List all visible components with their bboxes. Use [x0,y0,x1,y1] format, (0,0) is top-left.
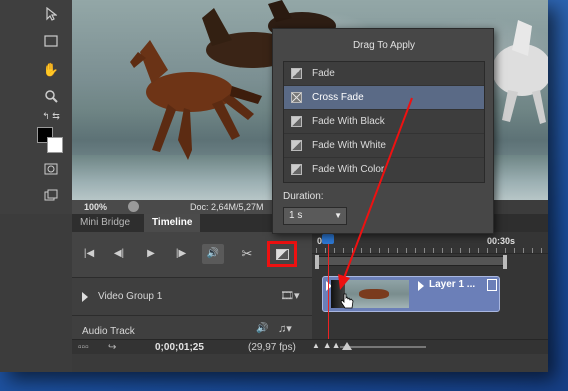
fade-black-icon [291,116,302,127]
track-label-audio: Audio Track [82,326,135,337]
fade-color-icon [291,164,302,175]
time-ruler[interactable]: 00 00:30s [312,232,548,254]
track-label-video-group: Video Group 1 [98,291,163,302]
current-timecode[interactable]: 0;00;01;25 [155,342,204,353]
split-at-playhead-icon[interactable]: ✂ [236,244,258,264]
screen-mode-icon[interactable] [40,186,62,206]
document-size: Doc: 2,64M/5,27M [190,202,264,212]
video-group-track-header[interactable]: Video Group 1 🎞▾ [72,277,312,315]
duration-label: Duration: [283,191,324,202]
work-area-bar[interactable] [315,255,507,269]
playback-controls: |◀ ◀| ▶ |▶ 🔊 ✂ [72,232,312,277]
document-status-bar: 100% Doc: 2,64M/5,27M [72,200,272,214]
audio-menu-icon[interactable]: ♫▾ [278,322,292,335]
zoom-level[interactable]: 100% [84,202,107,212]
audio-track-header[interactable]: Audio Track 🔊 ♫▾ [72,315,312,339]
tab-timeline[interactable]: Timeline [144,214,200,232]
transition-item-fade[interactable]: Fade [284,62,484,86]
background-color-swatch[interactable] [47,137,63,153]
convert-frame-animation-icon[interactable]: ▫▫▫ [78,342,89,353]
tools-panel: ✋ ↰ ⇆ [0,0,72,214]
playhead-line [328,240,329,339]
zoom-out-icon[interactable]: ▲ [312,341,320,350]
status-menu-icon[interactable] [128,201,139,212]
timeline-panel: Mini Bridge Timeline |◀ ◀| ▶ |▶ 🔊 ✂ Vide… [72,214,548,372]
clip-thumbnail [345,280,409,308]
frame-rate: (29,97 fps) [248,342,296,353]
marquee-icon[interactable] [40,32,62,52]
direct-select-arrow-icon[interactable] [40,4,62,24]
duration-select[interactable]: 1 s ▼ [283,207,347,225]
clip-end-icon[interactable] [487,279,497,291]
swap-colors-icon[interactable]: ↰ ⇆ [40,106,62,126]
play-icon[interactable]: ▶ [140,244,162,264]
transition-item-cross-fade[interactable]: Cross Fade [284,86,484,110]
next-frame-icon[interactable]: |▶ [170,244,192,264]
chevron-down-icon: ▼ [334,211,342,220]
work-area-end-handle[interactable] [503,255,507,269]
timeline-zoom-bar: ▲ ▲▲ [312,339,548,354]
transition-button[interactable] [267,241,297,267]
drag-hand-cursor-icon [340,293,354,309]
work-area-start-handle[interactable] [315,255,319,269]
transition-label: Cross Fade [312,92,364,103]
ruler-end-label: 00:30s [487,236,516,246]
fade-white-icon [291,140,302,151]
tab-mini-bridge[interactable]: Mini Bridge [72,214,144,232]
popup-title: Drag To Apply [352,40,416,51]
transition-label: Fade With Black [312,116,385,127]
clip-label: Layer 1 ... [429,279,476,290]
render-video-icon[interactable]: ↪ [108,342,116,353]
transition-icon [276,249,289,260]
go-to-first-frame-icon[interactable]: |◀ [78,244,100,264]
filmstrip-menu-icon[interactable]: 🎞▾ [280,289,300,302]
zoom-icon[interactable] [40,86,62,106]
transition-item-fade-white[interactable]: Fade With White [284,134,484,158]
clip-expand-icon[interactable] [418,281,424,291]
transitions-popup: Drag To Apply Fade Cross Fade Fade With … [272,28,494,234]
playhead-handle[interactable] [322,234,334,244]
transition-label: Fade With White [312,140,386,151]
transition-label: Fade With Color [312,164,385,175]
zoom-in-icon[interactable]: ▲▲ [323,340,341,350]
photoshop-window: ✋ ↰ ⇆ 100% Doc: 2,64M/5,27M Mini Bridge … [0,0,548,372]
quick-mask-icon[interactable] [40,160,62,180]
duration-value: 1 s [289,210,303,221]
transitions-list: Fade Cross Fade Fade With Black Fade Wit… [283,61,485,183]
transition-label: Fade [312,68,335,79]
zoom-slider-track[interactable] [340,346,426,348]
expand-track-icon[interactable] [82,292,88,302]
zoom-slider-handle[interactable] [342,342,352,350]
fade-icon [291,68,302,79]
mute-audio-icon[interactable]: 🔊 [202,244,224,264]
transition-item-fade-black[interactable]: Fade With Black [284,110,484,134]
timeline-tracks-area[interactable]: 00 00:30s Layer 1 ... [312,232,548,339]
audio-volume-icon[interactable]: 🔊 [256,323,268,334]
previous-frame-icon[interactable]: ◀| [108,244,130,264]
ruler-ticks [316,248,544,253]
cross-fade-icon [291,92,302,103]
transition-item-fade-color[interactable]: Fade With Color [284,158,484,182]
hand-icon[interactable]: ✋ [40,60,62,80]
